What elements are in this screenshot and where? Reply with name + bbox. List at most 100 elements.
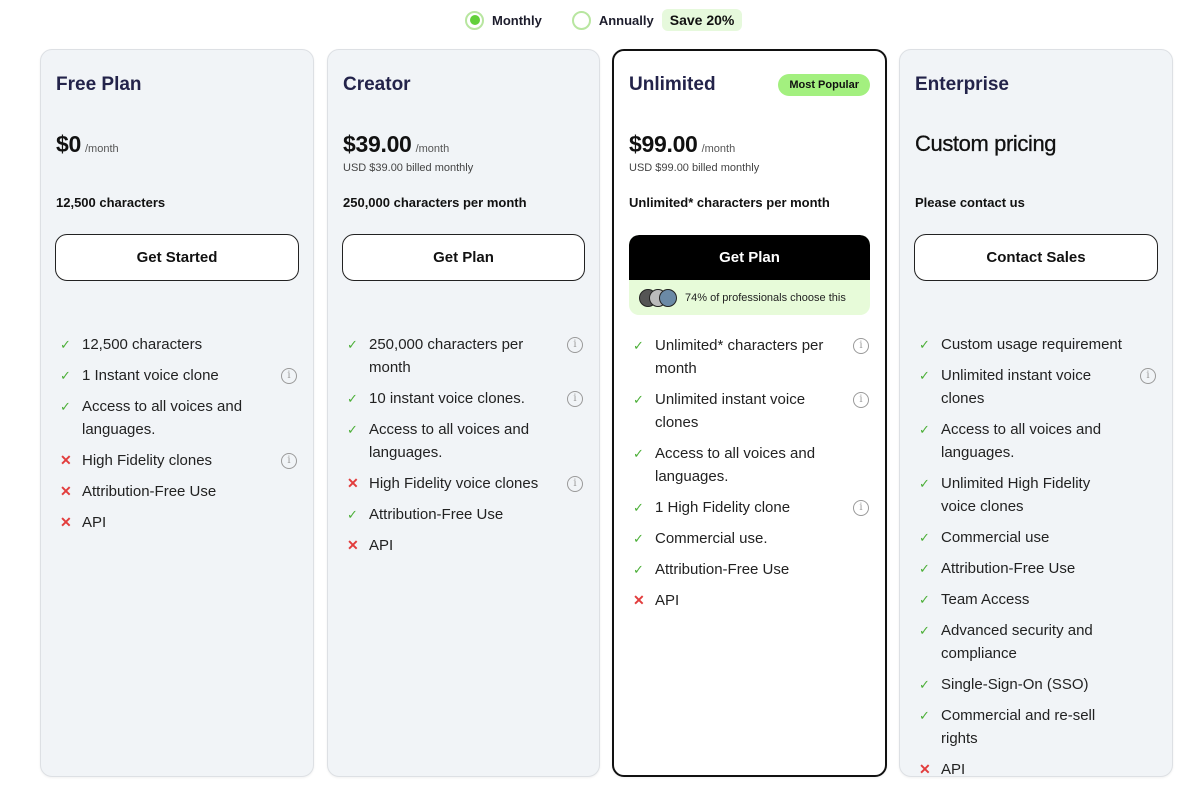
check-icon: ✓ bbox=[919, 476, 930, 491]
feature-text: Access to all voices and languages. bbox=[941, 421, 1102, 461]
plan-price: $99.00 bbox=[629, 131, 698, 157]
get-plan-button[interactable]: Get Plan bbox=[342, 234, 585, 281]
check-icon: ✓ bbox=[919, 530, 930, 545]
plan-name: Enterprise bbox=[915, 74, 1009, 95]
feature-item: ✕ API bbox=[914, 758, 1158, 781]
feature-item: ✓ Commercial use. bbox=[628, 527, 871, 550]
feature-item: ✓ 250,000 characters per month i bbox=[342, 333, 585, 379]
check-icon: ✓ bbox=[633, 531, 644, 546]
feature-item: ✓ Unlimited instant voice clones i bbox=[914, 364, 1158, 410]
feature-text: Attribution-Free Use bbox=[941, 560, 1076, 577]
feature-item: ✓ 12,500 characters bbox=[55, 333, 299, 356]
billing-option-monthly[interactable]: Monthly bbox=[465, 10, 542, 30]
feature-item: ✓ Access to all voices and languages. bbox=[55, 395, 299, 441]
plan-quota: Please contact us bbox=[915, 195, 1025, 210]
feature-text: 12,500 characters bbox=[82, 336, 203, 353]
radio-selected-dot bbox=[469, 15, 480, 25]
info-icon[interactable]: i bbox=[1140, 368, 1156, 384]
info-icon[interactable]: i bbox=[567, 391, 583, 407]
get-started-button[interactable]: Get Started bbox=[55, 234, 299, 281]
feature-text: API bbox=[941, 761, 966, 778]
feature-text: High Fidelity clones bbox=[82, 452, 213, 469]
check-icon: ✓ bbox=[919, 368, 930, 383]
price-row: $99.00 /month bbox=[629, 131, 735, 158]
price-row: Custom pricing bbox=[915, 131, 1057, 157]
feature-item: ✓ 1 Instant voice clone i bbox=[55, 364, 299, 387]
feature-text: Access to all voices and languages. bbox=[82, 398, 243, 438]
check-icon: ✓ bbox=[60, 368, 71, 383]
card-header: Creator bbox=[343, 74, 584, 96]
most-popular-badge: Most Popular bbox=[778, 74, 870, 96]
info-icon[interactable]: i bbox=[853, 338, 869, 354]
feature-list: ✓ 12,500 characters ✓ 1 Instant voice clone… bbox=[55, 333, 299, 542]
billing-option-label: Monthly bbox=[492, 12, 542, 28]
plan-card-unlimited: Unlimited Most Popular $99.00 /month USD… bbox=[612, 49, 887, 777]
info-icon[interactable]: i bbox=[567, 337, 583, 353]
check-icon: ✓ bbox=[633, 562, 644, 577]
plan-price: $39.00 bbox=[343, 131, 412, 157]
billing-option-annually[interactable]: Annually bbox=[571, 10, 654, 30]
info-icon[interactable]: i bbox=[853, 500, 869, 516]
feature-item: ✕ High Fidelity voice clones i bbox=[342, 472, 585, 495]
feature-item: ✓ Commercial use bbox=[914, 526, 1158, 549]
plan-name: Unlimited bbox=[629, 74, 716, 95]
card-header: Enterprise bbox=[915, 74, 1157, 96]
feature-item: ✓ Commercial and re-sell rights bbox=[914, 704, 1158, 750]
feature-text: Single-Sign-On (SSO) bbox=[941, 676, 1089, 693]
check-icon: ✓ bbox=[633, 446, 644, 461]
plan-price: $0 bbox=[56, 131, 81, 157]
avatar-group bbox=[639, 288, 677, 307]
info-icon[interactable]: i bbox=[281, 453, 297, 469]
plan-quota: Unlimited* characters per month bbox=[629, 195, 830, 210]
contact-sales-button[interactable]: Contact Sales bbox=[914, 234, 1158, 281]
feature-text: Attribution-Free Use bbox=[655, 561, 790, 578]
feature-item: ✓ 1 High Fidelity clone i bbox=[628, 496, 871, 519]
cross-icon: ✕ bbox=[60, 483, 72, 499]
feature-text: Attribution-Free Use bbox=[369, 506, 504, 523]
card-header: Unlimited Most Popular bbox=[629, 74, 870, 96]
feature-text: 250,000 characters per month bbox=[369, 336, 524, 376]
price-row: $0 /month bbox=[56, 131, 119, 158]
feature-text: Advanced security and compliance bbox=[941, 622, 1093, 662]
feature-text: Unlimited instant voice clones bbox=[941, 367, 1092, 407]
feature-text: High Fidelity voice clones bbox=[369, 475, 539, 492]
check-icon: ✓ bbox=[919, 623, 930, 638]
feature-item: ✓ Unlimited instant voice clones i bbox=[628, 388, 871, 434]
feature-item: ✓ Attribution-Free Use bbox=[628, 558, 871, 581]
check-icon: ✓ bbox=[347, 337, 358, 352]
cross-icon: ✕ bbox=[347, 475, 359, 491]
feature-text: API bbox=[82, 514, 107, 531]
info-icon[interactable]: i bbox=[567, 476, 583, 492]
feature-item: ✓ Advanced security and compliance bbox=[914, 619, 1158, 665]
cross-icon: ✕ bbox=[347, 537, 359, 553]
radio-monthly[interactable] bbox=[465, 10, 484, 30]
feature-item: ✓ Attribution-Free Use bbox=[342, 503, 585, 526]
check-icon: ✓ bbox=[919, 337, 930, 352]
info-icon[interactable]: i bbox=[853, 392, 869, 408]
billing-toggle: Monthly Annually Save 20% bbox=[465, 8, 743, 32]
plan-price: Custom pricing bbox=[915, 131, 1057, 156]
feature-text: Custom usage requirement bbox=[941, 336, 1122, 353]
billing-option-label: Annually bbox=[598, 12, 654, 28]
check-icon: ✓ bbox=[633, 338, 644, 353]
radio-annually[interactable] bbox=[571, 10, 591, 30]
price-period: /month bbox=[415, 143, 450, 155]
check-icon: ✓ bbox=[60, 399, 71, 414]
plan-card-creator: Creator $39.00 /month USD $39.00 billed … bbox=[327, 49, 600, 777]
plan-quota: 12,500 characters bbox=[56, 195, 166, 210]
check-icon: ✓ bbox=[919, 561, 930, 576]
get-plan-button[interactable]: Get Plan bbox=[629, 235, 870, 280]
social-proof-text: 74% of professionals choose this bbox=[685, 291, 846, 304]
feature-item: ✕ API bbox=[628, 589, 871, 612]
plan-card-enterprise: Enterprise Custom pricing Please contact… bbox=[899, 49, 1173, 778]
check-icon: ✓ bbox=[633, 500, 644, 515]
cross-icon: ✕ bbox=[60, 514, 72, 530]
info-icon[interactable]: i bbox=[281, 368, 297, 384]
feature-item: ✕ Attribution-Free Use bbox=[55, 480, 299, 503]
price-period: /month bbox=[701, 143, 736, 155]
feature-text: Access to all voices and languages. bbox=[655, 445, 816, 485]
feature-text: Commercial use bbox=[941, 529, 1050, 546]
cross-icon: ✕ bbox=[633, 592, 645, 608]
feature-text: 1 High Fidelity clone bbox=[655, 499, 791, 516]
plan-card-free: Free Plan $0 /month 12,500 characters Ge… bbox=[40, 49, 314, 777]
